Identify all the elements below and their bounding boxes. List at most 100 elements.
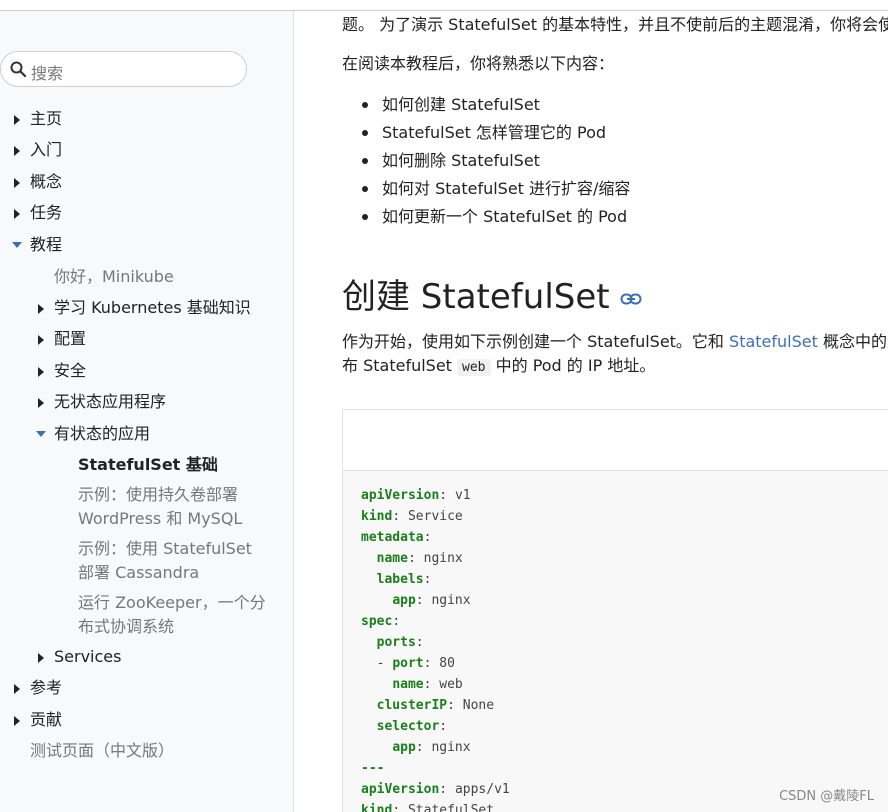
inline-code-web: web xyxy=(457,359,491,376)
paragraph-text: 概念中的示例 xyxy=(822,332,888,351)
code-line: --- xyxy=(361,758,888,779)
anchor-link-icon[interactable] xyxy=(620,292,642,306)
code-value: v1 xyxy=(454,488,471,503)
list-item: StatefulSet 怎样管理它的 Pod xyxy=(362,119,630,147)
code-key: app xyxy=(392,740,416,755)
intro-text: 题。 为了演示 StatefulSet 的基本特性，并且不使前后的主题混淆，你将… xyxy=(342,15,888,34)
caret-right-icon xyxy=(14,115,20,125)
after-reading-text: 在阅读本教程后，你将熟悉以下内容： xyxy=(342,54,615,73)
code-line: app: nginx xyxy=(361,737,888,758)
main-content: 题。 为了演示 StatefulSet 的基本特性，并且不使前后的主题混淆，你将… xyxy=(294,11,888,812)
code-value: apps/v1 xyxy=(454,782,510,797)
sidebar-nav: 搜索 主页 入门 概念 任务 教程 你好，Minikube 学习 Kuberne… xyxy=(0,11,294,812)
code-value: web xyxy=(439,677,463,692)
code-line: apiVersion: v1 xyxy=(361,485,888,506)
code-separator: : xyxy=(423,656,440,671)
code-key: spec xyxy=(361,614,393,629)
paragraph-text: 作为开始，使用如下示例创建一个 StatefulSet。它和 xyxy=(342,332,730,351)
caret-right-icon xyxy=(38,304,44,314)
code-block-body: apiVersion: v1 kind: Service metadata: nam… xyxy=(343,471,888,812)
code-key: apiVersion xyxy=(361,488,440,503)
code-line: metadata: xyxy=(361,527,888,548)
caret-right-icon xyxy=(14,146,20,156)
code-separator: : xyxy=(415,635,424,650)
code-line: app: nginx xyxy=(361,590,888,611)
caret-down-icon xyxy=(36,431,46,437)
code-key: --- xyxy=(361,761,385,776)
code-key: selector xyxy=(376,719,440,734)
caret-down-icon xyxy=(12,242,22,248)
code-separator: : xyxy=(423,677,440,692)
code-separator: : xyxy=(439,488,455,503)
list-item: 如何对 StatefulSet 进行扩容/缩容 xyxy=(362,175,630,203)
code-separator: : xyxy=(439,782,455,797)
code-value: StatefulSet xyxy=(407,803,495,812)
paragraph-text: 布 StatefulSet xyxy=(342,356,458,375)
paragraph-line-2: 布 StatefulSet web 中的 Pod 的 IP 地址。 xyxy=(342,354,655,380)
code-block-header xyxy=(343,410,888,471)
code-separator: : xyxy=(392,509,408,524)
statefulset-concept-link[interactable]: StatefulSet xyxy=(729,332,818,351)
code-line: selector: xyxy=(361,716,888,737)
code-line: - port: 80 xyxy=(361,653,888,674)
code-value: None xyxy=(462,698,495,713)
code-key: app xyxy=(392,593,416,608)
caret-right-icon xyxy=(38,398,44,408)
code-value: nginx xyxy=(431,593,471,608)
code-separator: : xyxy=(447,698,463,713)
objectives-list: 如何创建 StatefulSet StatefulSet 怎样管理它的 Pod … xyxy=(362,91,630,231)
caret-right-icon xyxy=(14,684,20,694)
code-separator: : xyxy=(392,803,408,812)
section-heading: 创建 StatefulSet xyxy=(342,275,642,319)
code-key: name xyxy=(376,551,408,566)
code-key: port xyxy=(392,656,424,671)
heading-text: 创建 StatefulSet xyxy=(342,277,610,317)
code-key: kind xyxy=(361,509,393,524)
search-placeholder: 搜索 xyxy=(31,64,64,83)
caret-right-icon xyxy=(38,653,44,663)
caret-right-icon xyxy=(14,209,20,219)
code-value: 80 xyxy=(439,656,455,671)
code-value: Service xyxy=(407,509,463,524)
code-separator: : xyxy=(439,719,448,734)
code-indent: - xyxy=(361,656,393,671)
caret-right-icon xyxy=(14,716,20,726)
code-key: name xyxy=(392,677,424,692)
code-line: clusterIP: None xyxy=(361,695,888,716)
code-key: kind xyxy=(361,803,393,812)
code-key: metadata xyxy=(361,530,424,545)
code-separator: : xyxy=(407,551,424,566)
code-key: labels xyxy=(376,572,424,587)
code-key: clusterIP xyxy=(376,698,448,713)
code-line: kind: Service xyxy=(361,506,888,527)
list-item: 如何更新一个 StatefulSet 的 Pod xyxy=(362,203,630,231)
code-value: nginx xyxy=(423,551,463,566)
search-icon xyxy=(10,61,26,77)
code-key: apiVersion xyxy=(361,782,440,797)
code-separator: : xyxy=(415,740,432,755)
code-line: name: nginx xyxy=(361,548,888,569)
browser-top-edge xyxy=(0,0,888,11)
list-item: 如何删除 StatefulSet xyxy=(362,147,630,175)
code-separator: : xyxy=(415,593,432,608)
code-separator: : xyxy=(423,572,432,587)
paragraph-text: 中的 Pod 的 IP 地址。 xyxy=(490,356,656,375)
caret-right-icon xyxy=(14,178,20,188)
code-separator: : xyxy=(392,614,401,629)
caret-right-icon xyxy=(38,367,44,377)
search-input[interactable]: 搜索 xyxy=(0,51,247,87)
paragraph-line-1: 作为开始，使用如下示例创建一个 StatefulSet。它和 StatefulS… xyxy=(342,330,888,354)
code-line: ports: xyxy=(361,632,888,653)
code-block: apiVersion: v1 kind: Service metadata: nam… xyxy=(342,409,888,812)
watermark: CSDN @戴陵FL xyxy=(779,789,874,804)
code-line: labels: xyxy=(361,569,888,590)
code-line: name: web xyxy=(361,674,888,695)
caret-right-icon xyxy=(38,335,44,345)
